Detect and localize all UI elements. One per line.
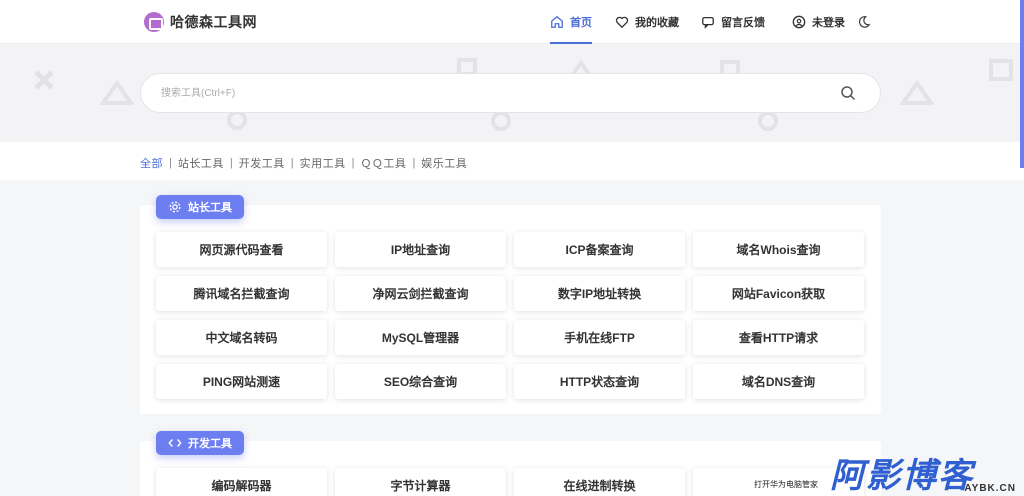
tool-card[interactable]: 网页源代码查看 [156,232,327,267]
nav-home-label: 首页 [570,17,592,29]
section-title-badge: 开发工具 [156,431,244,455]
moon-icon [857,15,871,29]
category-all[interactable]: 全部 [140,155,163,171]
nav-favorites[interactable]: 我的收藏 [615,0,679,44]
tool-card[interactable]: PING网站测速 [156,364,327,399]
tool-card[interactable]: 编码解码器 [156,468,327,496]
section-webmaster-tools: 站长工具 网页源代码查看 IP地址查询 ICP备案查询 域名Whois查询腾讯域名拦截… [140,195,881,414]
tool-card[interactable]: 中文域名转码 [156,320,327,355]
category-tabs: 全部 | 站长工具 | 开发工具 | 实用工具 | ＱＱ工具 | 娱乐工具 [140,155,468,171]
nav-favorites-label: 我的收藏 [635,17,679,29]
category-dev[interactable]: 开发工具 [239,155,285,171]
gear-icon [169,201,181,213]
triangle-decoration [900,80,934,105]
nav-home[interactable]: 首页 [550,0,592,44]
tool-card[interactable]: 数字IP地址转换 [514,276,685,311]
category-utility[interactable]: 实用工具 [300,155,346,171]
tool-card[interactable]: 净网云剑拦截查询 [335,276,506,311]
search-input[interactable] [161,74,821,112]
category-bar: 全部 | 站长工具 | 开发工具 | 实用工具 | ＱＱ工具 | 娱乐工具 [0,142,1024,180]
square-decoration [989,59,1013,81]
tool-card[interactable]: IP地址查询 [335,232,506,267]
tool-card[interactable]: 腾讯域名拦截查询 [156,276,327,311]
section-title: 开发工具 [188,438,232,450]
cross-decoration [34,70,54,90]
code-icon [168,439,182,447]
tool-card[interactable]: HTTP状态查询 [514,364,685,399]
user-icon [792,15,806,29]
category-fun[interactable]: 娱乐工具 [421,155,467,171]
nav-feedback-label: 留言反馈 [721,17,765,29]
tool-card[interactable]: 手机在线FTP [514,320,685,355]
search-icon[interactable] [840,85,856,101]
top-header: 哈德森工具网 首页 我的收藏 留言反馈 未登录 [0,0,1024,44]
tool-card[interactable]: MySQL管理器 [335,320,506,355]
watermark: 阿影博客 AYBK.CN [830,448,1024,496]
search-bar [140,73,881,113]
tool-card[interactable]: ICP备案查询 [514,232,685,267]
pc-manager-widget[interactable]: 打开华为电脑管家 [736,473,836,496]
tool-card[interactable]: 网站Favicon获取 [693,276,864,311]
tool-card[interactable]: 域名Whois查询 [693,232,864,267]
widget-label: 打开华为电脑管家 [754,480,818,489]
tool-card[interactable]: 域名DNS查询 [693,364,864,399]
section-title-badge: 站长工具 [156,195,244,219]
heart-icon [615,15,629,29]
chat-icon [701,15,715,29]
section-title: 站长工具 [188,202,232,214]
tool-card[interactable]: 查看HTTP请求 [693,320,864,355]
category-qq[interactable]: ＱＱ工具 [360,155,406,171]
triangle-decoration [100,80,134,105]
nav-login-label: 未登录 [812,17,845,29]
tool-card[interactable]: SEO综合查询 [335,364,506,399]
site-name: 哈德森工具网 [170,14,257,30]
theme-toggle[interactable] [857,0,871,44]
scrollbar-thumb[interactable] [1020,0,1024,168]
nav-login[interactable]: 未登录 [792,0,845,44]
toolbox-icon [144,12,164,32]
watermark-sub: AYBK.CN [964,483,1016,494]
nav-feedback[interactable]: 留言反馈 [701,0,765,44]
home-icon [550,15,564,29]
site-logo[interactable]: 哈德森工具网 [144,10,257,34]
watermark-text: 阿影博客 [830,456,974,496]
category-webmaster[interactable]: 站长工具 [178,155,224,171]
tool-card[interactable]: 在线进制转换 [514,468,685,496]
tool-card[interactable]: 字节计算器 [335,468,506,496]
